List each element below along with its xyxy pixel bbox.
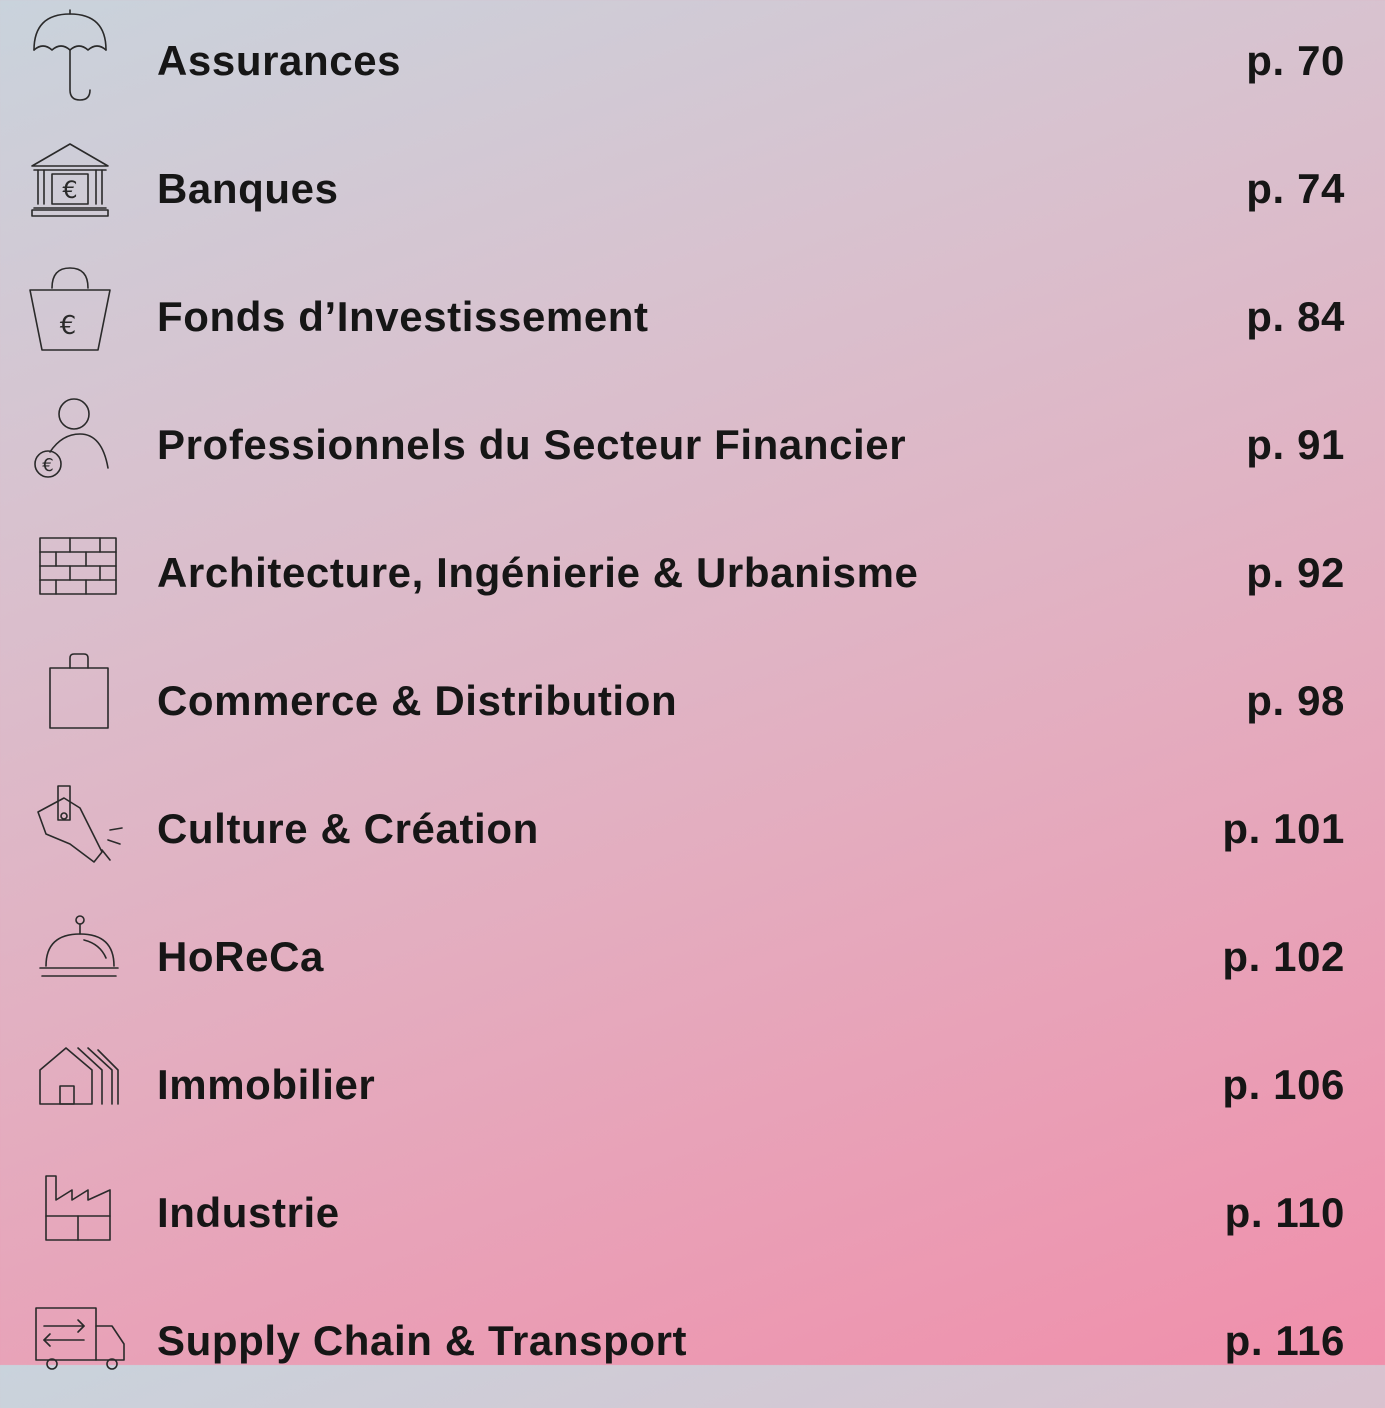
brick-wall-icon: [22, 516, 132, 626]
toc-title[interactable]: Assurances: [157, 36, 401, 86]
toc-title[interactable]: Culture & Création: [157, 804, 539, 854]
toc-row-assurances[interactable]: Assurances p. 70: [0, 0, 1385, 128]
umbrella-icon: [22, 4, 132, 114]
toc-page-number[interactable]: p. 110: [1225, 1188, 1345, 1238]
toc-title[interactable]: Immobilier: [157, 1060, 375, 1110]
person-euro-icon: €: [22, 388, 132, 498]
toc-title[interactable]: Industrie: [157, 1188, 340, 1238]
toc-row-architecture[interactable]: Architecture, Ingénierie & Urbanisme p. …: [0, 512, 1385, 640]
toc-row-professionnels[interactable]: € Professionnels du Secteur Financier p.…: [0, 384, 1385, 512]
toc-page-number[interactable]: p. 101: [1222, 804, 1345, 854]
toc-row-supply-chain[interactable]: Supply Chain & Transport p. 116: [0, 1280, 1385, 1408]
toc-page-number[interactable]: p. 106: [1222, 1060, 1345, 1110]
toc-page-number[interactable]: p. 84: [1246, 292, 1345, 342]
toc-page-number[interactable]: p. 92: [1246, 548, 1345, 598]
cloche-icon: [22, 900, 132, 1010]
toc-title[interactable]: HoReCa: [157, 932, 324, 982]
toc-page-number[interactable]: p. 116: [1225, 1316, 1345, 1366]
euro-bag-icon: €: [22, 260, 132, 370]
euro-symbol: €: [62, 176, 77, 204]
toc-page-number[interactable]: p. 91: [1246, 420, 1345, 470]
toc-title[interactable]: Supply Chain & Transport: [157, 1316, 687, 1366]
toc-page-number[interactable]: p. 98: [1246, 676, 1345, 726]
toc-row-industrie[interactable]: Industrie p. 110: [0, 1152, 1385, 1280]
toc-title[interactable]: Commerce & Distribution: [157, 676, 677, 726]
house-icon: [22, 1028, 132, 1138]
euro-symbol: €: [60, 311, 77, 341]
toc-page-number[interactable]: p. 74: [1246, 164, 1345, 214]
truck-icon: [22, 1284, 132, 1394]
toc-row-commerce[interactable]: Commerce & Distribution p. 98: [0, 640, 1385, 768]
shopping-bag-icon: [22, 644, 132, 754]
euro-symbol: €: [42, 455, 53, 476]
toc-row-horeca[interactable]: HoReCa p. 102: [0, 896, 1385, 1024]
toc-row-culture[interactable]: Culture & Création p. 101: [0, 768, 1385, 896]
toc-page-number[interactable]: p. 102: [1222, 932, 1345, 982]
toc-row-banques[interactable]: € Banques p. 74: [0, 128, 1385, 256]
factory-icon: [22, 1156, 132, 1266]
toc-title[interactable]: Professionnels du Secteur Financier: [157, 420, 906, 470]
toc-title[interactable]: Architecture, Ingénierie & Urbanisme: [157, 548, 918, 598]
toc-page-number[interactable]: p. 70: [1246, 36, 1345, 86]
toc-title[interactable]: Fonds d’Investissement: [157, 292, 649, 342]
bank-icon: €: [22, 132, 132, 242]
toc-title[interactable]: Banques: [157, 164, 339, 214]
megaphone-icon: [22, 772, 132, 882]
toc-row-immobilier[interactable]: Immobilier p. 106: [0, 1024, 1385, 1152]
toc-row-fonds-investissement[interactable]: € Fonds d’Investissement p. 84: [0, 256, 1385, 384]
